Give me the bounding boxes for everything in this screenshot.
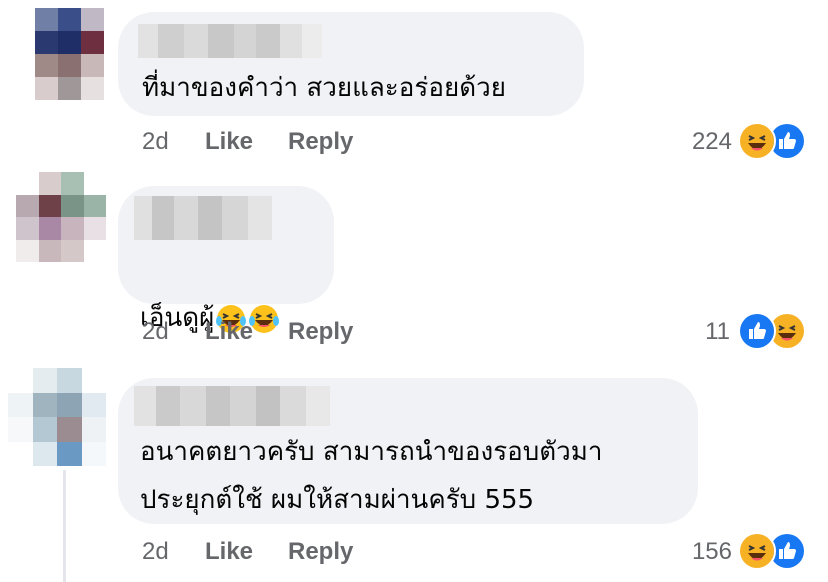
haha-icon <box>738 532 776 570</box>
commenter-name[interactable] <box>138 24 322 58</box>
reply-button[interactable]: Reply <box>288 128 353 156</box>
reaction-count[interactable]: 11 <box>650 318 730 346</box>
comment-text: ที่มาของคำว่า สวยและอร่อยด้วย <box>142 73 506 103</box>
avatar[interactable] <box>16 172 106 262</box>
comment-timestamp[interactable]: 2d <box>142 538 169 566</box>
reaction-count[interactable]: 224 <box>652 128 732 156</box>
commenter-name[interactable] <box>134 386 330 426</box>
laughing-tears-emoji <box>249 304 280 333</box>
like-button[interactable]: Like <box>205 538 253 566</box>
reply-button[interactable]: Reply <box>288 538 353 566</box>
comment-text: อนาคตยาวครับ สามารถนำของรอบตัวมา ประยุกต… <box>140 437 603 515</box>
avatar[interactable] <box>8 368 106 466</box>
reply-button[interactable]: Reply <box>288 318 353 346</box>
haha-icon <box>738 122 776 160</box>
reaction-count[interactable]: 156 <box>652 538 732 566</box>
avatar[interactable] <box>12 8 104 100</box>
thread-line <box>63 470 66 582</box>
like-icon <box>738 312 776 350</box>
commenter-name[interactable] <box>134 196 272 240</box>
like-button[interactable]: Like <box>205 128 253 156</box>
comment-timestamp[interactable]: 2d <box>142 128 169 156</box>
comment-timestamp[interactable]: 2d <box>142 318 169 346</box>
like-button[interactable]: Like <box>205 318 253 346</box>
